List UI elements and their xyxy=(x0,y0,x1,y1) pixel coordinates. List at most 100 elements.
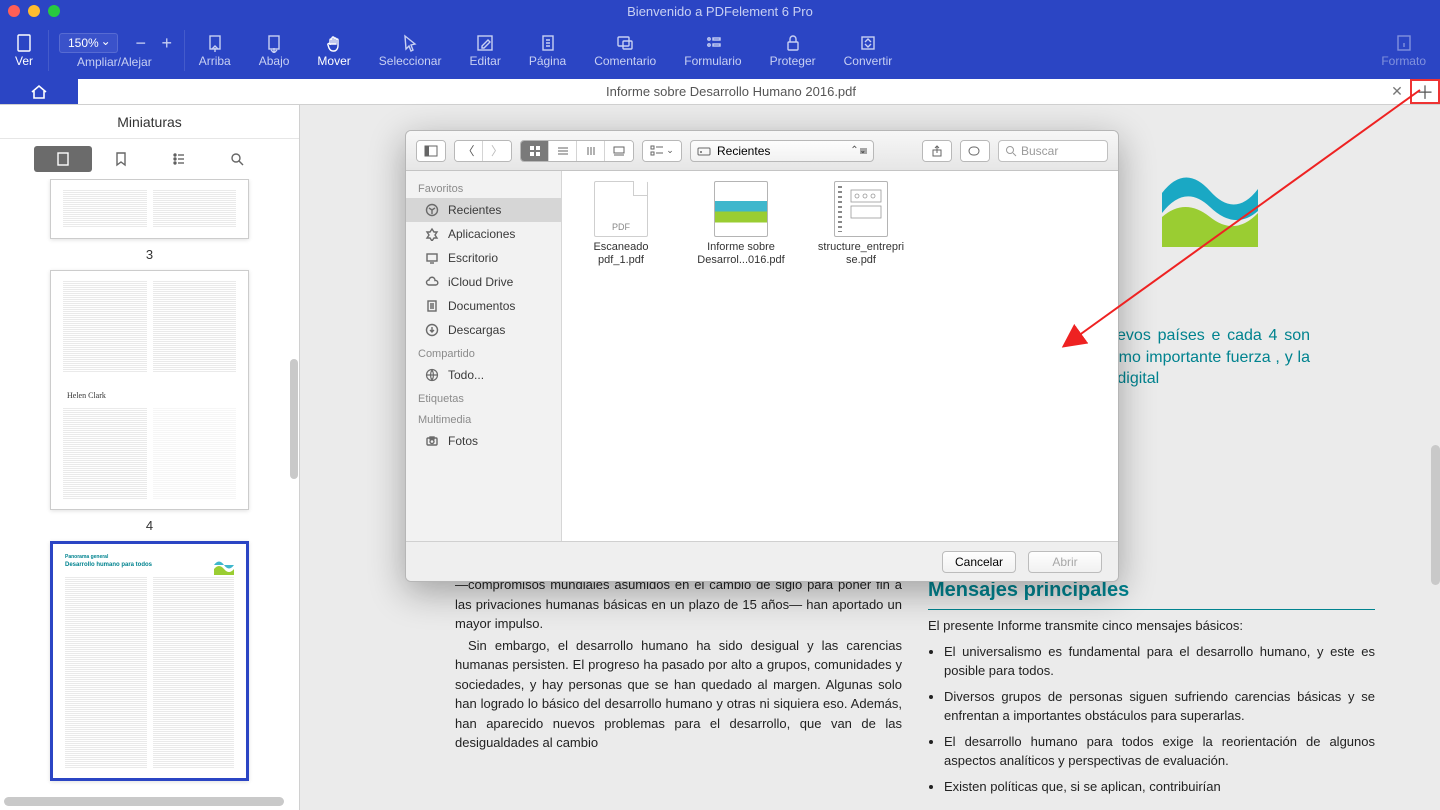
edit-icon xyxy=(475,33,495,53)
home-tab[interactable] xyxy=(0,79,78,104)
tags-button[interactable] xyxy=(961,141,989,161)
file-grid[interactable]: PDF Escaneadopdf_1.pdf Informe sobreDesa… xyxy=(562,171,1118,541)
column-view-button[interactable] xyxy=(577,141,605,161)
documents-icon xyxy=(424,298,440,314)
home-icon xyxy=(29,83,49,101)
protect-button[interactable]: Proteger xyxy=(756,22,830,79)
back-button[interactable]: 〈 xyxy=(455,141,483,161)
zoom-in-button[interactable]: + xyxy=(154,33,180,54)
finder-sidebar: Favoritos Recientes Aplicaciones Escrito… xyxy=(406,171,562,541)
document-logo xyxy=(1160,155,1260,247)
tab-strip: Informe sobre Desarrollo Humano 2016.pdf… xyxy=(0,79,1440,105)
bullet-list: El universalismo es fundamental para el … xyxy=(928,642,1375,797)
section-shared: Compartido xyxy=(406,342,561,363)
thumb-title: Desarrollo humano para todos xyxy=(65,561,234,569)
tags-seg xyxy=(960,140,990,162)
file-item[interactable]: structure_entreprise.pdf xyxy=(816,181,906,267)
file-item[interactable]: Informe sobreDesarrol...016.pdf xyxy=(696,181,786,267)
close-tab-button[interactable]: ✕ xyxy=(1384,79,1410,104)
recents-icon xyxy=(424,202,440,218)
cancel-button[interactable]: Cancelar xyxy=(942,551,1016,573)
downloads-icon xyxy=(424,322,440,338)
sidebar-scrollbar[interactable] xyxy=(290,359,298,479)
thumb-logo-icon xyxy=(212,555,234,575)
share-seg xyxy=(922,140,952,162)
page-number: 4 xyxy=(50,518,249,533)
sidebar-item-desktop[interactable]: Escritorio xyxy=(406,246,561,270)
icon-view-button[interactable] xyxy=(521,141,549,161)
thumbnail-item[interactable]: Panorama general Desarrollo humano para … xyxy=(50,541,249,781)
zoom-select[interactable]: 150% xyxy=(59,33,118,53)
sidebar-item-documents[interactable]: Documentos xyxy=(406,294,561,318)
document-body: —compromisos mundiales asumidos en el ca… xyxy=(455,575,1375,802)
document-tab[interactable]: Informe sobre Desarrollo Humano 2016.pdf xyxy=(78,79,1384,104)
dialog-toolbar: 〈 〉 ⌄ Recientes ⌃⌄ Buscar xyxy=(406,131,1118,171)
move-button[interactable]: Mover xyxy=(303,22,364,79)
new-tab-button[interactable]: ＋ xyxy=(1410,79,1440,104)
sidebar-item-applications[interactable]: Aplicaciones xyxy=(406,222,561,246)
sidebar-item-all[interactable]: Todo... xyxy=(406,363,561,387)
format-button[interactable]: Formato xyxy=(1367,22,1440,79)
thumbnails-sidebar: Miniaturas 3 Helen Clark 4 xyxy=(0,105,300,810)
traffic-lights xyxy=(8,5,60,17)
zoom-window-button[interactable] xyxy=(48,5,60,17)
gallery-view-button[interactable] xyxy=(605,141,633,161)
list-item: Existen políticas que, si se aplican, co… xyxy=(944,777,1375,797)
left-column: —compromisos mundiales asumidos en el ca… xyxy=(455,575,902,802)
pdf-file-icon xyxy=(834,181,888,237)
form-button[interactable]: Formulario xyxy=(670,22,755,79)
nav-seg: 〈 〉 xyxy=(454,140,512,162)
sidebar-item-icloud[interactable]: iCloud Drive xyxy=(406,270,561,294)
vertical-scrollbar[interactable] xyxy=(1431,445,1440,585)
up-button[interactable]: Arriba xyxy=(185,22,245,79)
group-button[interactable]: ⌄ xyxy=(643,141,681,161)
page-button[interactable]: Página xyxy=(515,22,580,79)
select-button[interactable]: Seleccionar xyxy=(365,22,456,79)
network-icon xyxy=(424,367,440,383)
close-window-button[interactable] xyxy=(8,5,20,17)
dialog-footer: Cancelar Abrir xyxy=(406,541,1118,581)
window-titlebar: Bienvenido a PDFelement 6 Pro xyxy=(0,0,1440,22)
convert-button[interactable]: Convertir xyxy=(830,22,907,79)
thumbnail-item[interactable]: Helen Clark 4 xyxy=(50,270,249,533)
thumbnails-tab[interactable] xyxy=(34,146,92,172)
drive-icon xyxy=(697,145,711,157)
page-tool-icon xyxy=(538,33,558,53)
comment-icon xyxy=(615,33,635,53)
share-button[interactable] xyxy=(923,141,951,161)
search-field[interactable]: Buscar xyxy=(998,140,1108,162)
convert-icon xyxy=(858,33,878,53)
forward-button[interactable]: 〉 xyxy=(483,141,511,161)
sidebar-tabs xyxy=(0,139,299,179)
view-button[interactable]: Ver xyxy=(0,22,48,79)
comment-button[interactable]: Comentario xyxy=(580,22,670,79)
list-item: Diversos grupos de personas siguen sufri… xyxy=(944,687,1375,726)
page-icon xyxy=(14,33,34,53)
list-item: El desarrollo humano para todos exige la… xyxy=(944,732,1375,771)
edit-button[interactable]: Editar xyxy=(455,22,514,79)
cursor-icon xyxy=(400,33,420,53)
list-item: El universalismo es fundamental para el … xyxy=(944,642,1375,681)
down-button[interactable]: Abajo xyxy=(245,22,304,79)
file-open-dialog: 〈 〉 ⌄ Recientes ⌃⌄ Buscar xyxy=(405,130,1119,582)
bookmarks-tab[interactable] xyxy=(92,146,150,172)
location-dropdown[interactable]: Recientes ⌃⌄ xyxy=(690,140,874,162)
outline-tab[interactable] xyxy=(150,146,208,172)
sidebar-item-downloads[interactable]: Descargas xyxy=(406,318,561,342)
sidebar-item-recents[interactable]: Recientes xyxy=(406,198,561,222)
toggle-sidebar-button[interactable] xyxy=(417,141,445,161)
thumbnail-item[interactable]: 3 xyxy=(50,179,249,262)
pdf-file-icon xyxy=(714,181,768,237)
list-view-button[interactable] xyxy=(549,141,577,161)
zoom-out-button[interactable]: − xyxy=(128,33,154,54)
open-button[interactable]: Abrir xyxy=(1028,551,1102,573)
horizontal-scrollbar[interactable] xyxy=(4,797,284,806)
section-media: Multimedia xyxy=(406,408,561,429)
search-tab[interactable] xyxy=(208,146,266,172)
minimize-window-button[interactable] xyxy=(28,5,40,17)
sidebar-item-photos[interactable]: Fotos xyxy=(406,429,561,453)
dialog-body: Favoritos Recientes Aplicaciones Escrito… xyxy=(406,171,1118,541)
file-item[interactable]: PDF Escaneadopdf_1.pdf xyxy=(576,181,666,267)
thumbnails-list[interactable]: 3 Helen Clark 4 Panorama general Desarro… xyxy=(0,179,299,810)
page-number: 3 xyxy=(50,247,249,262)
